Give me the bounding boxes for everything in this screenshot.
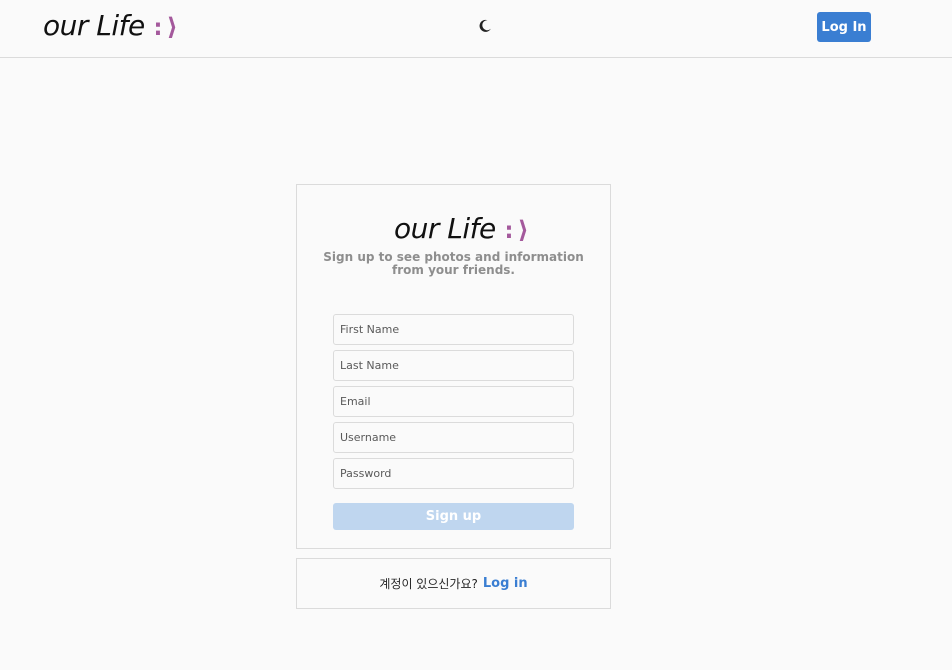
first-name-field[interactable] (333, 314, 574, 345)
signup-card: our Life :⟩ Sign up to see photos and in… (296, 184, 611, 549)
signup-button[interactable]: Sign up (333, 503, 574, 530)
last-name-field[interactable] (333, 350, 574, 381)
brand-smile-icon: :⟩ (150, 13, 179, 41)
signup-tagline: Sign up to see photos and information fr… (323, 250, 584, 277)
email-field[interactable] (333, 386, 574, 417)
login-prompt-card: 계정이 있으신가요? Log in (296, 558, 611, 609)
login-button[interactable]: Log In (817, 12, 871, 42)
signup-brand-logo: our Life :⟩ (394, 212, 530, 245)
have-account-text: 계정이 있으신가요? (379, 577, 478, 591)
brand-smile-icon: :⟩ (501, 216, 530, 244)
moon-icon[interactable] (477, 18, 493, 34)
login-link[interactable]: Log in (483, 576, 528, 591)
brand-wordmark: our Life (43, 9, 145, 42)
brand-logo[interactable]: our Life :⟩ (43, 9, 179, 42)
top-navbar: our Life :⟩ Log In (0, 0, 952, 58)
username-field[interactable] (333, 422, 574, 453)
brand-wordmark: our Life (394, 212, 496, 245)
password-field[interactable] (333, 458, 574, 489)
